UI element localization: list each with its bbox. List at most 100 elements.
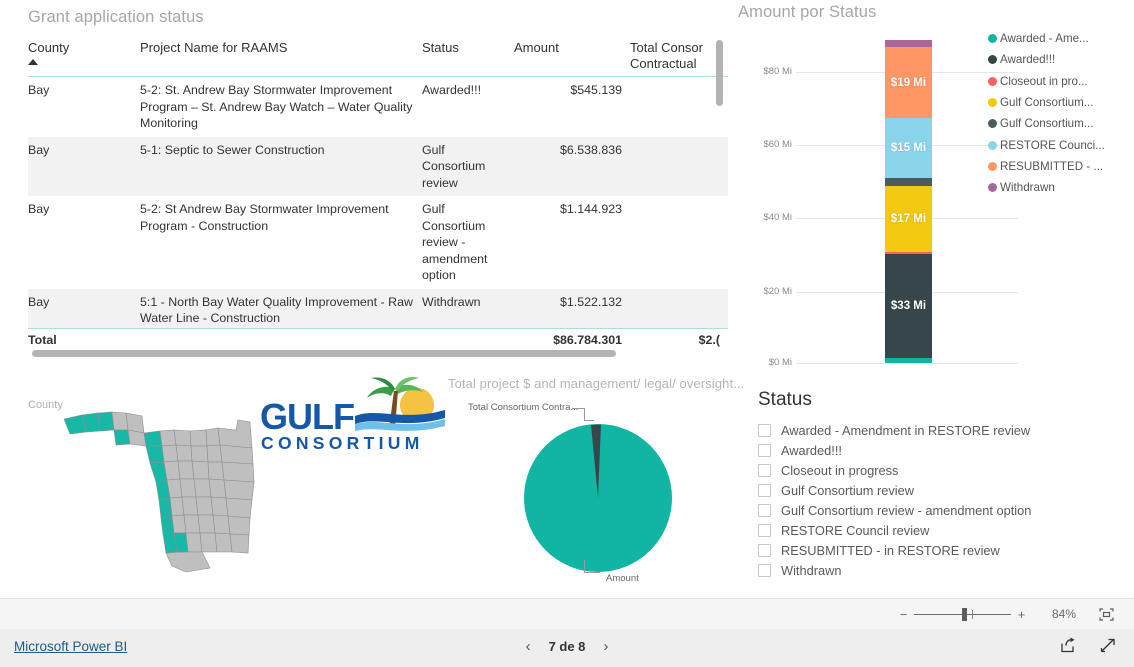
legend-item-awarded-amendment[interactable]: Awarded - Ame... [988,28,1134,49]
cell-project: 5-1: Septic to Sewer Construction [140,136,422,196]
slicer-item-label: RESUBMITTED - in RESTORE review [781,542,1000,558]
checkbox-icon[interactable] [758,483,771,497]
checkbox-icon[interactable] [758,563,771,577]
legend-swatch-icon [988,76,997,86]
bar-chart-legend: Awarded - Ame... Awarded!!! Closeout in … [988,28,1134,198]
ytick-60: $60 Mi [763,139,792,150]
table-body: Bay 5-2: St. Andrew Bay Stormwater Impro… [28,77,728,328]
slicer-item-awarded-amendment[interactable]: Awarded - Amendment in RESTORE review [758,420,1031,440]
table-row[interactable]: Bay 5:1 - North Bay Water Quality Improv… [28,288,728,328]
checkbox-icon[interactable] [758,443,771,457]
column-header-status[interactable]: Status [422,36,514,77]
legend-item-awarded[interactable]: Awarded!!! [988,49,1134,70]
bar-chart-title: Amount por Status [738,3,877,21]
cell-amount: $6.538.836 [514,136,630,196]
table-vertical-scrollbar[interactable] [716,40,723,106]
slicer-item-restore-council[interactable]: RESTORE Council review [758,520,1031,540]
checkbox-icon[interactable] [758,523,771,537]
pie-chart[interactable] [498,424,698,572]
footer-actions [1060,637,1116,659]
legend-label: Gulf Consortium... [1000,96,1094,110]
pie-leader-line-bottom-vertical [584,560,585,572]
legend-swatch-icon [988,183,997,193]
sort-ascending-icon[interactable] [28,59,38,65]
table-row[interactable]: Bay 5-1: Septic to Sewer Construction Gu… [28,136,728,196]
slicer-item-awarded[interactable]: Awarded!!! [758,440,1031,460]
zoom-control[interactable]: − + [899,599,1026,629]
legend-item-resubmitted[interactable]: RESUBMITTED - ... [988,156,1134,177]
slicer-item-gulf-amendment[interactable]: Gulf Consortium review - amendment optio… [758,500,1031,520]
total-project-pie-visual: Total project $ and management/ legal/ o… [420,368,744,590]
checkbox-icon[interactable] [758,463,771,477]
bar-segment-awarded-amendment [885,358,932,363]
cell-status: Gulf Consortium review - amendment optio… [422,202,488,282]
logo-text-gulf: GULF [260,396,355,437]
pie-chart-title: Total project $ and management/ legal/ o… [448,376,745,391]
cell-project: 5-2: St. Andrew Bay Stormwater Improveme… [140,83,413,130]
slicer-item-closeout[interactable]: Closeout in progress [758,460,1031,480]
column-header-amount[interactable]: Amount [514,36,630,77]
pie-leader-line-vertical [584,408,585,420]
cell-county: Bay [28,83,50,97]
table-header: County Project Name for RAAMS Status Amo… [28,36,728,77]
table-scroll-viewport[interactable]: County Project Name for RAAMS Status Amo… [28,36,728,328]
legend-item-closeout[interactable]: Closeout in pro... [988,71,1134,92]
previous-page-button[interactable]: ‹ [526,638,531,655]
ytick-80: $80 Mi [763,66,792,77]
fullscreen-icon [1100,638,1115,653]
bar-segment-withdrawn [885,40,932,47]
legend-item-withdrawn[interactable]: Withdrawn [988,177,1134,198]
legend-item-restore-council[interactable]: RESTORE Counci... [988,134,1134,155]
page-title: Grant application status [28,8,204,26]
legend-swatch-icon [988,55,997,65]
cell-total [630,77,728,137]
cell-county: Bay [28,136,140,196]
slicer-item-label: Closeout in progress [781,462,899,478]
checkbox-icon[interactable] [758,423,771,437]
legend-swatch-icon [988,161,997,171]
cell-status: Gulf Consortium review [422,136,514,196]
checkbox-icon[interactable] [758,543,771,557]
column-header-project[interactable]: Project Name for RAAMS [140,36,422,77]
slicer-item-label: Gulf Consortium review [781,482,914,498]
next-page-button[interactable]: › [603,638,608,655]
zoom-in-button[interactable]: + [1017,608,1026,621]
zoom-slider-thumb[interactable] [962,607,967,621]
legend-label: Closeout in pro... [1000,74,1088,88]
legend-item-gulf-amendment[interactable]: Gulf Consortium... [988,113,1134,134]
amount-por-status-bar-visual: Amount por Status $0 Mi $20 Mi $40 Mi $6… [730,0,1134,382]
cell-amount: $545.139 [570,83,622,97]
bar-segment-restore-council: $15 Mi [885,118,932,178]
zoom-slider[interactable] [914,607,1011,621]
logo-text-consortium: CONSORTIUM [261,433,424,453]
column-header-total-consortium-contractual[interactable]: Total Consor Contractual [630,36,728,77]
gulf-consortium-logo: GULF CONSORTIUM [255,377,445,453]
stacked-bar-column[interactable]: $19 Mi $15 Mi $17 Mi $33 Mi [885,40,932,363]
bar-segment-awarded-label: $33 Mi [890,300,927,312]
slicer-item-label: Gulf Consortium review - amendment optio… [781,502,1032,518]
table-row[interactable]: Bay 5-2: St. Andrew Bay Stormwater Impro… [28,77,728,137]
slicer-item-withdrawn[interactable]: Withdrawn [758,560,1031,580]
grant-table: County Project Name for RAAMS Status Amo… [28,36,728,328]
legend-item-gulf-review[interactable]: Gulf Consortium... [988,92,1134,113]
slicer-item-gulf-review[interactable]: Gulf Consortium review [758,480,1031,500]
ytick-0: $0 Mi [768,357,792,368]
cell-project: 5-2: St Andrew Bay Stormwater Improvemen… [140,202,389,233]
cell-status: Awarded!!! [422,83,482,97]
table-horizontal-scrollbar[interactable] [32,350,616,357]
cell-project: 5:1 - North Bay Water Quality Improvemen… [140,288,422,328]
fullscreen-button[interactable] [1099,637,1116,659]
column-header-county[interactable]: County [28,36,140,77]
zoom-out-button[interactable]: − [899,608,908,621]
share-icon [1061,637,1075,653]
pie-slice-label-total-consortium: Total Consortium Contra... [468,402,579,413]
share-button[interactable] [1060,637,1077,659]
legend-label: Withdrawn [1000,181,1055,195]
table-row[interactable]: Bay 5-2: St Andrew Bay Stormwater Improv… [28,196,728,289]
fit-to-page-icon [1099,607,1114,621]
pie-slice-label-amount: Amount [606,573,639,584]
slicer-item-resubmitted[interactable]: RESUBMITTED - in RESTORE review [758,540,1031,560]
fit-to-page-button[interactable] [1099,599,1114,629]
cell-total [630,288,728,328]
checkbox-icon[interactable] [758,503,771,517]
